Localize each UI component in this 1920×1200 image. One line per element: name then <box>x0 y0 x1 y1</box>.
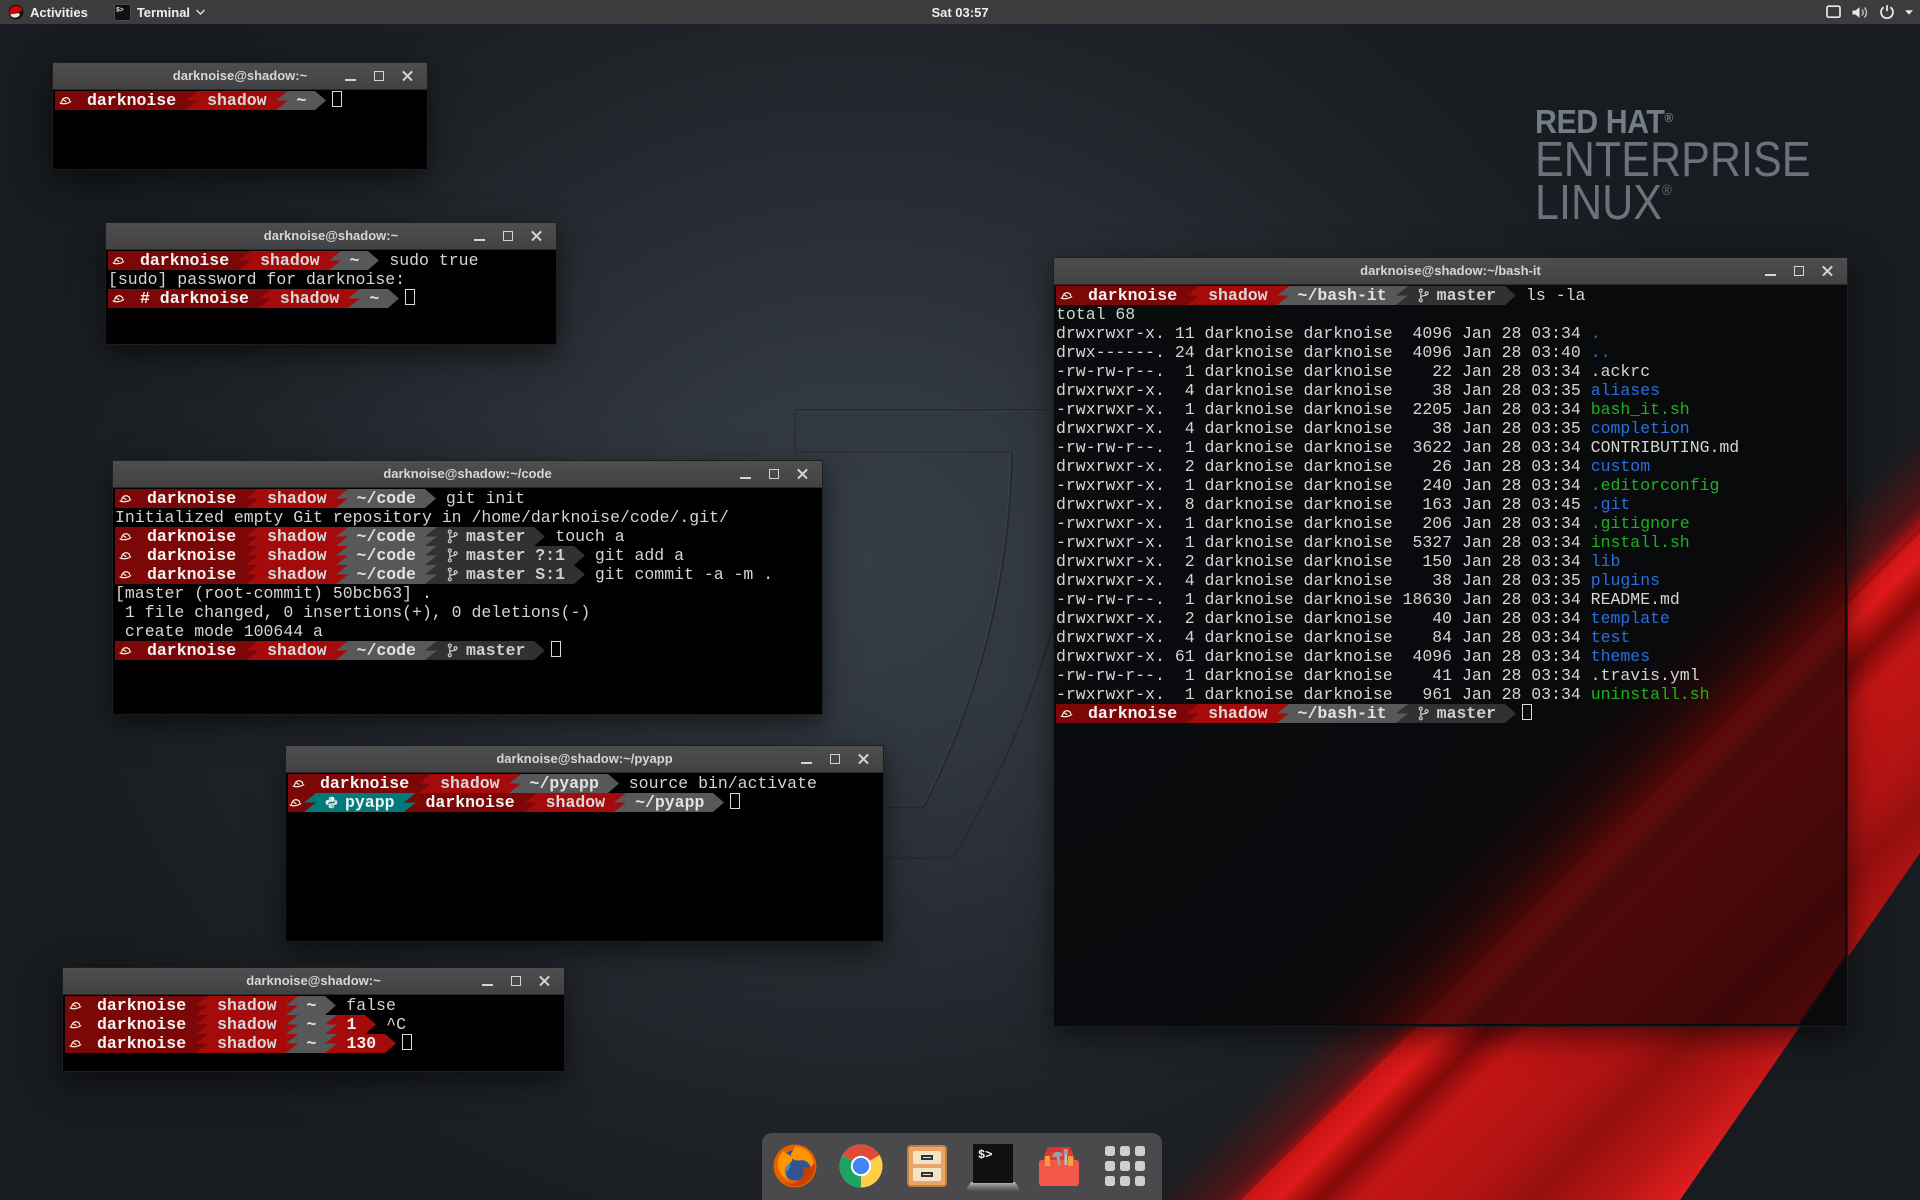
svg-text:$>: $> <box>978 1148 992 1162</box>
